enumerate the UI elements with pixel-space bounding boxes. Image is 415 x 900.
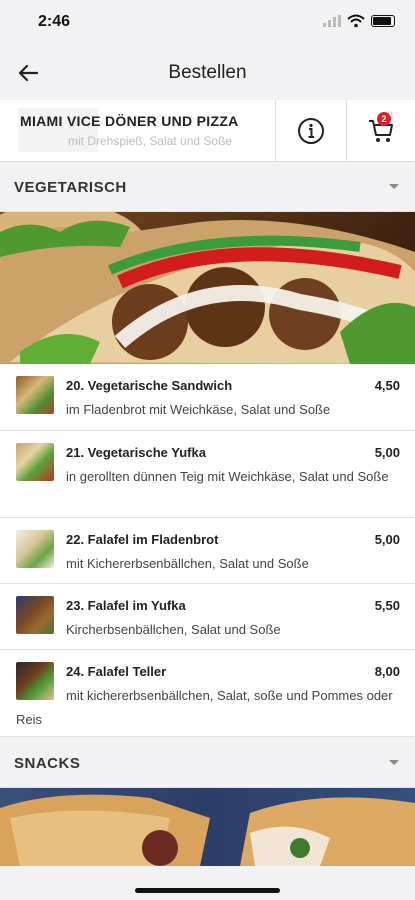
cart-badge: 2 xyxy=(377,112,391,126)
status-time: 2:46 xyxy=(38,13,71,30)
cart-button[interactable]: 0 2 xyxy=(347,100,415,162)
restaurant-header: mit Drehspieß, Salat und Soße MIAMI VICE… xyxy=(0,100,415,162)
home-indicator-area xyxy=(0,866,415,900)
item-name: 22. Falafel im Fladenbrot xyxy=(66,532,219,547)
category-banner-image xyxy=(0,212,415,364)
wifi-icon xyxy=(347,14,365,28)
menu-item[interactable]: 21. Vegetarische Yufka 5,00 in gerollten… xyxy=(0,431,415,518)
menu-item[interactable]: 20. Vegetarische Sandwich 4,50 im Fladen… xyxy=(0,364,415,431)
item-description: im Fladenbrot mit Weichkäse, Salat und S… xyxy=(66,402,331,417)
item-thumbnail xyxy=(16,376,54,414)
category-header-snacks[interactable]: SNACKS xyxy=(0,738,415,788)
menu-item[interactable]: 22. Falafel im Fladenbrot 5,00 mit Kiche… xyxy=(0,518,415,584)
restaurant-faint-subtitle: mit Drehspieß, Salat und Soße xyxy=(68,134,233,148)
item-description: mit Kichererbsenbällchen, Salat und Soße xyxy=(66,556,309,571)
item-thumbnail xyxy=(16,530,54,568)
caret-down-icon xyxy=(389,760,399,765)
category-title: SNACKS xyxy=(14,755,81,772)
signal-icon xyxy=(323,15,341,27)
item-thumbnail xyxy=(16,596,54,634)
item-name: 20. Vegetarische Sandwich xyxy=(66,378,233,393)
item-price: 5,50 xyxy=(374,598,400,613)
item-description: Kircherbsenbällchen, Salat und Soße xyxy=(66,622,281,637)
menu-item[interactable]: 23. Falafel im Yufka 5,50 Kircherbsenbäl… xyxy=(0,584,415,650)
item-name: 21. Vegetarische Yufka xyxy=(66,445,206,460)
info-icon xyxy=(298,118,324,144)
item-price: 8,00 xyxy=(374,664,400,679)
item-name: 23. Falafel im Yufka xyxy=(66,598,186,613)
category-banner-image xyxy=(0,788,415,866)
item-name: 24. Falafel Teller xyxy=(66,664,167,679)
item-price: 4,50 xyxy=(374,378,400,393)
item-price: 5,00 xyxy=(374,532,400,547)
category-header-vegetarisch[interactable]: VEGETARISCH xyxy=(0,162,415,212)
item-price: 5,00 xyxy=(374,445,400,460)
restaurant-name: MIAMI VICE DÖNER UND PIZZA xyxy=(20,113,239,129)
app-bar: Bestellen xyxy=(0,44,415,100)
caret-down-icon xyxy=(389,184,399,189)
menu-item[interactable]: 24. Falafel Teller 8,00 mit kichererbsen… xyxy=(0,650,415,737)
page-title: Bestellen xyxy=(168,62,247,83)
battery-icon xyxy=(371,15,395,27)
category-title: VEGETARISCH xyxy=(14,179,127,196)
item-description: in gerollten dünnen Teig mit Weichkäse, … xyxy=(66,469,389,484)
status-icons xyxy=(323,14,395,28)
status-bar: 2:46 xyxy=(0,0,415,44)
info-button[interactable] xyxy=(276,100,346,162)
item-description: mit kichererbsenbällchen, Salat, soße un… xyxy=(16,688,393,727)
home-indicator[interactable] xyxy=(135,888,280,893)
